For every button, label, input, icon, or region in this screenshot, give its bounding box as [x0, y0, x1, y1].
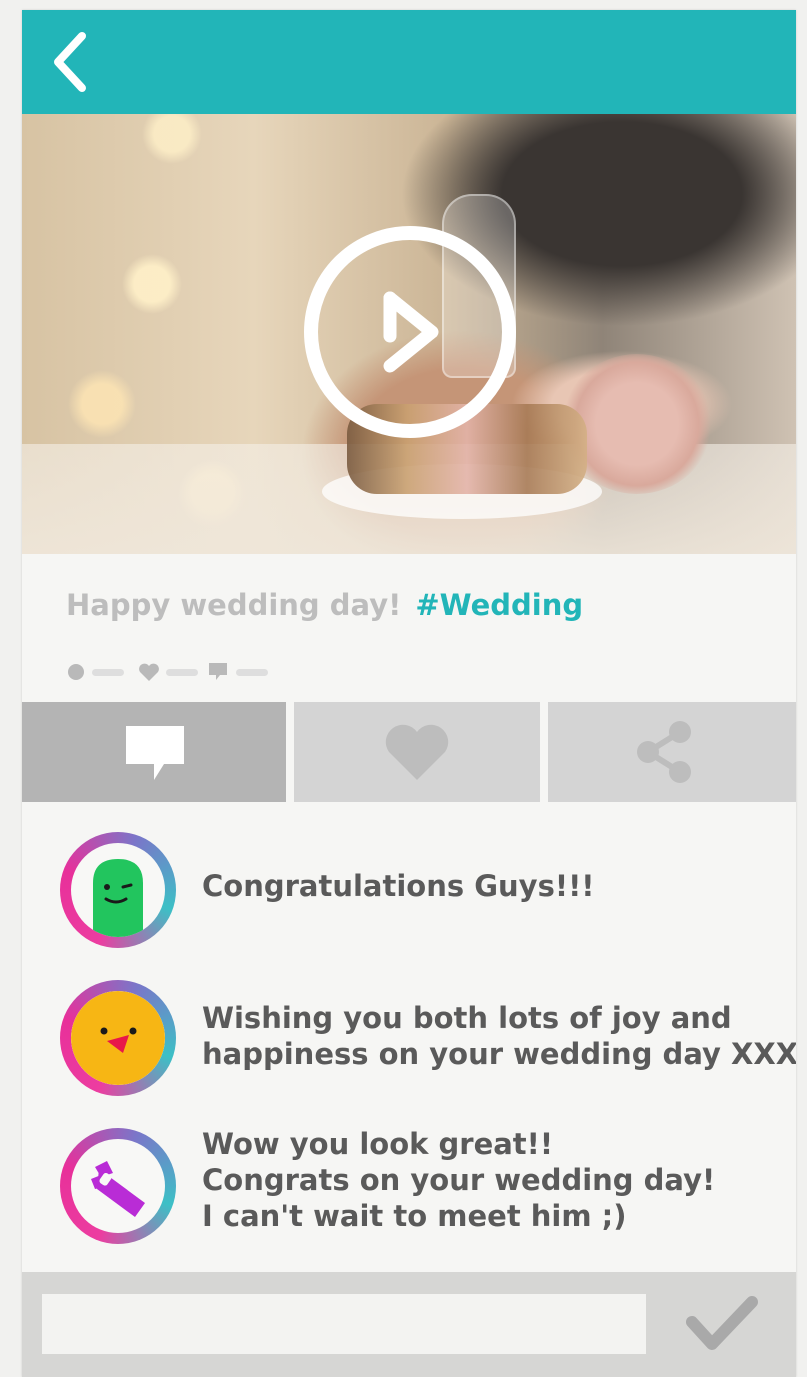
share-button[interactable] — [548, 702, 796, 802]
heart-icon — [139, 663, 159, 681]
avatar[interactable] — [60, 980, 176, 1096]
comment-tab-button[interactable] — [22, 702, 286, 802]
comment-composer — [22, 1272, 796, 1377]
send-button[interactable] — [682, 1292, 762, 1356]
checkmark-icon — [686, 1296, 758, 1350]
comment-line: Wow you look great!! — [202, 1127, 554, 1161]
likes-count-bar — [166, 669, 198, 676]
caption-text: Happy wedding day! — [66, 588, 402, 622]
yellow-chick-avatar — [71, 991, 165, 1085]
post-caption: Happy wedding day! #Wedding — [66, 588, 583, 622]
comment-text: Wishing you both lots of joy and happine… — [202, 1000, 796, 1072]
comment-input[interactable] — [42, 1294, 646, 1354]
like-button[interactable] — [294, 702, 540, 802]
app-screen: Happy wedding day! #Wedding Congratulati… — [22, 10, 796, 1377]
post-stats — [66, 662, 326, 682]
comment-text: Wow you look great!! Congrats on your we… — [202, 1126, 715, 1234]
comment-text: Congratulations Guys!!! — [202, 868, 595, 904]
avatar-image — [71, 1139, 165, 1233]
dot-icon — [68, 664, 84, 680]
comments-count-bar — [236, 669, 268, 676]
chevron-left-icon — [54, 32, 86, 92]
comment-line: I can't wait to meet him ;) — [202, 1199, 627, 1233]
video-thumbnail[interactable] — [22, 114, 796, 554]
back-button[interactable] — [44, 30, 94, 94]
green-blob-winking-avatar — [93, 859, 143, 937]
purple-bunny-avatar — [91, 1161, 145, 1217]
comment-line: happiness on your wedding day XXX — [202, 1037, 796, 1071]
avatar-image — [71, 991, 165, 1085]
play-icon — [304, 226, 516, 438]
comment-line: Congrats on your wedding day! — [202, 1163, 716, 1197]
comment-line: Congratulations Guys!!! — [202, 869, 595, 903]
avatar[interactable] — [60, 832, 176, 948]
action-bar — [22, 702, 796, 802]
play-button[interactable] — [302, 224, 518, 440]
top-bar — [22, 10, 796, 114]
avatar-image — [71, 843, 165, 937]
comment-bubble-icon — [126, 726, 184, 780]
hashtag-link[interactable]: #Wedding — [415, 588, 583, 622]
comment-bubble-icon — [209, 663, 227, 680]
avatar[interactable] — [60, 1128, 176, 1244]
share-icon — [637, 721, 691, 783]
comment-line: Wishing you both lots of joy and — [202, 1001, 732, 1035]
views-count-bar — [92, 669, 124, 676]
heart-icon — [385, 724, 449, 780]
